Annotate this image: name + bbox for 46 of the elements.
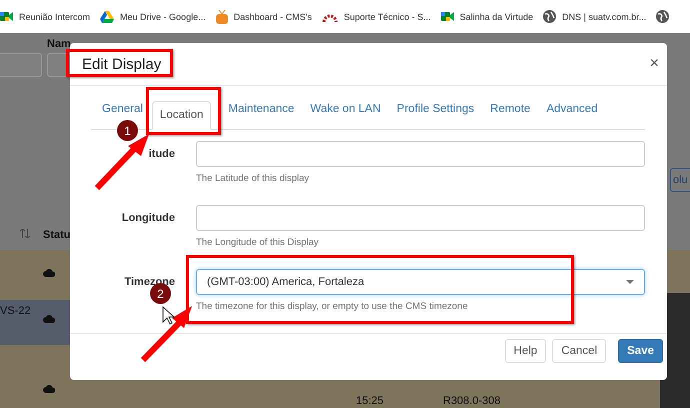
sort-icon xyxy=(20,229,30,238)
arrow xyxy=(94,134,149,190)
globe-icon xyxy=(543,10,556,23)
tab[interactable]: Maintenance xyxy=(221,102,302,116)
video-camera-icon xyxy=(0,11,13,22)
cloud-icon xyxy=(43,268,55,277)
cursor-icon xyxy=(162,306,176,325)
bookmark-link[interactable]: DNS | suatv.com.br... xyxy=(562,12,646,22)
globe-icon xyxy=(656,10,670,23)
input-field[interactable] xyxy=(196,205,645,231)
bookmark-link[interactable]: Suporte Técnico - S... xyxy=(344,12,431,22)
help-text: The Latitude of this display xyxy=(196,173,310,184)
tab[interactable]: Advanced xyxy=(539,102,605,116)
dialog-button[interactable]: Help xyxy=(504,339,546,363)
triangle-logo-icon xyxy=(100,10,114,22)
tab[interactable]: Wake on LAN xyxy=(303,102,388,116)
video-camera-icon xyxy=(440,11,454,22)
table-cell: 15:25 xyxy=(356,395,384,407)
arc-logo-icon xyxy=(322,12,338,22)
save-button[interactable]: Save xyxy=(618,339,663,363)
tab[interactable]: General xyxy=(95,102,150,116)
bookmark-link[interactable]: Salinha da Virtude xyxy=(460,12,534,22)
bookmark-link[interactable]: Reunião Intercom xyxy=(19,12,90,22)
arrow xyxy=(140,306,192,362)
tv-icon xyxy=(216,10,228,24)
bookmark-link[interactable]: Meu Drive - Google... xyxy=(120,12,206,22)
caret-icon xyxy=(626,280,634,284)
field-label: Longitude xyxy=(122,212,175,224)
column-header: Statu xyxy=(43,229,70,241)
input-field[interactable] xyxy=(196,141,645,167)
field-label: itude xyxy=(148,148,175,160)
help-text: The timezone for this display, or empty to use the CMS timezone xyxy=(196,301,469,312)
cloud-icon xyxy=(43,314,55,323)
dialog-title: Edit Display xyxy=(82,56,162,72)
tab[interactable]: Remote xyxy=(483,102,538,116)
tab[interactable]: Profile Settings xyxy=(390,102,482,116)
dialog-button[interactable]: Cancel xyxy=(552,339,606,363)
table-cell: R308.0-308 xyxy=(443,395,500,407)
tab[interactable]: Location xyxy=(152,101,212,130)
bookmark-link[interactable]: Dashboard - CMS's xyxy=(234,12,312,22)
help-text: The Longitude of this Display xyxy=(196,237,320,248)
table-cell: VS-22 xyxy=(0,305,31,317)
close-button[interactable]: × xyxy=(650,55,659,73)
cloud-icon xyxy=(43,384,55,393)
column-header: Nam xyxy=(47,38,71,50)
timezone-dropdown[interactable]: (GMT-03:00) America, Fortaleza xyxy=(196,269,645,295)
